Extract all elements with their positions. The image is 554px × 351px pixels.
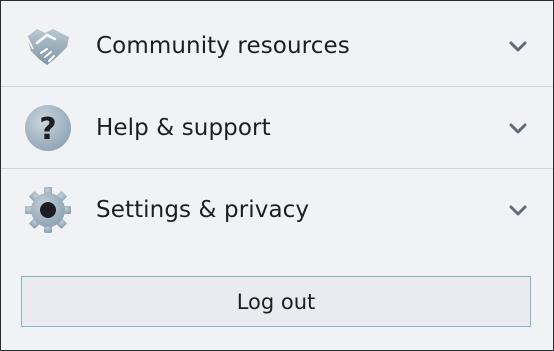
chevron-down-icon[interactable] <box>507 117 529 139</box>
chevron-down-icon[interactable] <box>507 199 529 221</box>
menu-item-settings-privacy[interactable]: Settings & privacy <box>1 169 553 251</box>
log-out-button[interactable]: Log out <box>21 276 531 327</box>
menu-item-community-resources[interactable]: Community resources <box>1 5 553 87</box>
settings-menu-panel: Community resources ? Help & support Set… <box>0 0 554 351</box>
menu-item-label: Settings & privacy <box>96 197 310 223</box>
menu-item-help-support[interactable]: ? Help & support <box>1 87 553 169</box>
menu-item-label: Help & support <box>96 115 271 141</box>
menu-item-label: Community resources <box>96 33 350 59</box>
handshake-icon <box>26 29 69 65</box>
chevron-down-icon[interactable] <box>507 35 529 57</box>
svg-text:?: ? <box>39 112 56 147</box>
question-icon: ? <box>25 105 71 151</box>
gear-icon <box>25 187 71 233</box>
log-out-label: Log out <box>236 289 316 314</box>
